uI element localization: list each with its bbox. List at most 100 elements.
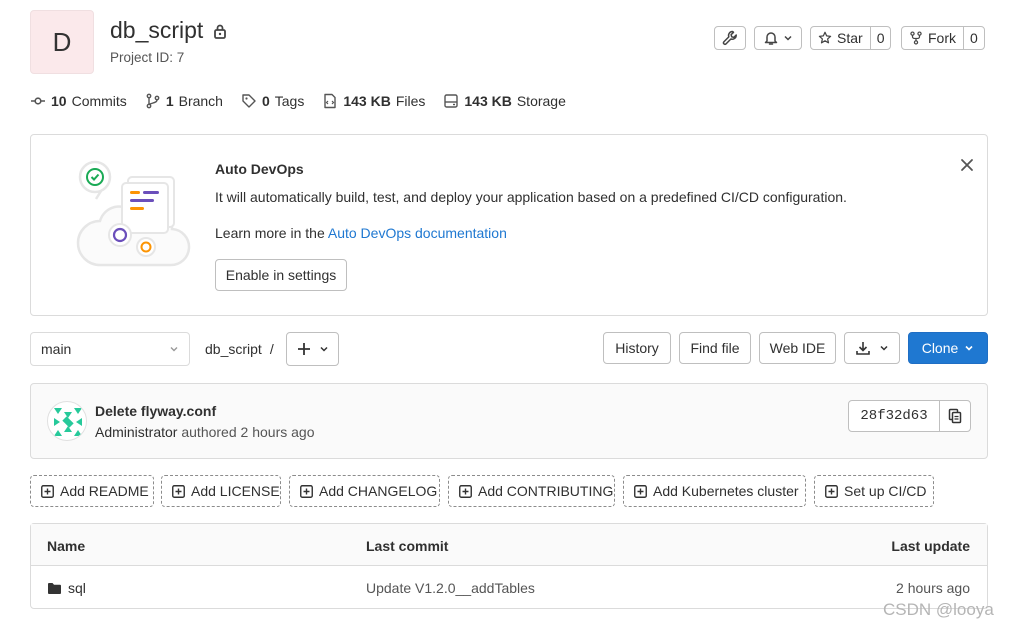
branch-selector[interactable]: main (30, 332, 190, 366)
column-header-last-update: Last update (891, 538, 970, 554)
commit-sha-group: 28f32d63 (848, 400, 971, 432)
devops-description: It will automatically build, test, and d… (215, 189, 847, 205)
plus-square-icon (172, 484, 185, 498)
star-icon (818, 31, 832, 45)
settings-button[interactable] (714, 26, 746, 50)
branch-selector-value: main (41, 341, 72, 357)
add-license-button[interactable]: Add LICENSE (161, 475, 281, 507)
stat-commits[interactable]: 10 Commits (30, 93, 127, 109)
stat-tags-value: 0 (261, 93, 270, 109)
stat-branches-value: 1 (165, 93, 174, 109)
bell-icon (763, 30, 779, 46)
add-readme-label: Add README (60, 483, 149, 499)
project-stats: 10 Commits 1 Branch 0 Tags 143 KB Files … (30, 93, 566, 109)
plus-icon (297, 342, 311, 356)
star-button[interactable]: Star 0 (810, 26, 892, 50)
chevron-down-icon (964, 343, 974, 353)
project-id: Project ID: 7 (110, 50, 185, 65)
add-kubernetes-cluster-button[interactable]: Add Kubernetes cluster (623, 475, 806, 507)
devops-docs-link[interactable]: Auto DevOps documentation (328, 225, 507, 241)
commit-time: 2 hours ago (240, 424, 315, 440)
stat-commits-value: 10 (51, 93, 67, 109)
chevron-down-icon (879, 343, 889, 353)
file-last-update: 2 hours ago (896, 580, 970, 596)
chevron-down-icon (319, 344, 329, 354)
find-file-button[interactable]: Find file (679, 332, 751, 364)
column-header-last-commit: Last commit (366, 538, 449, 554)
enable-in-settings-button[interactable]: Enable in settings (215, 259, 347, 291)
plus-square-icon (300, 484, 313, 498)
branch-icon (145, 93, 161, 109)
plus-square-icon (634, 484, 647, 498)
project-name: db_script (110, 17, 204, 43)
star-count[interactable]: 0 (869, 27, 891, 49)
close-icon[interactable] (958, 156, 976, 174)
stat-branches[interactable]: 1 Branch (145, 93, 223, 109)
add-changelog-label: Add CHANGELOG (319, 483, 438, 499)
plus-square-icon (825, 484, 838, 498)
file-last-commit[interactable]: Update V1.2.0__addTables (366, 580, 535, 596)
setup-cicd-label: Set up CI/CD (844, 483, 927, 499)
tag-icon (241, 93, 257, 109)
stat-files-value: 143 KB (343, 93, 391, 109)
stat-files[interactable]: 143 KB Files (322, 93, 425, 109)
stat-tags-label: Tags (274, 93, 305, 109)
stat-storage-value: 143 KB (464, 93, 512, 109)
project-avatar-letter: D (52, 26, 72, 57)
add-file-dropdown[interactable] (286, 332, 339, 366)
folder-icon (47, 582, 62, 595)
chevron-down-icon (783, 33, 793, 43)
add-license-label: Add LICENSE (191, 483, 280, 499)
project-avatar: D (30, 10, 94, 74)
file-name[interactable]: sql (68, 580, 86, 596)
commit-sha[interactable]: 28f32d63 (849, 401, 939, 431)
add-contributing-label: Add CONTRIBUTING (478, 483, 614, 499)
file-name-cell[interactable]: sql (47, 580, 86, 596)
download-dropdown[interactable] (844, 332, 900, 364)
notification-dropdown[interactable] (754, 26, 802, 50)
fork-count[interactable]: 0 (963, 27, 984, 49)
chevron-down-icon (169, 344, 179, 354)
storage-icon (443, 93, 459, 109)
setup-cicd-button[interactable]: Set up CI/CD (814, 475, 934, 507)
stat-commits-label: Commits (71, 93, 127, 109)
add-readme-button[interactable]: Add README (30, 475, 154, 507)
history-button[interactable]: History (603, 332, 671, 364)
project-title: db_script (110, 17, 227, 44)
clone-button[interactable]: Clone (908, 332, 988, 364)
fork-icon (909, 31, 923, 45)
add-kubernetes-cluster-label: Add Kubernetes cluster (653, 483, 799, 499)
watermark: CSDN @looya (883, 600, 994, 619)
file-table-header (31, 524, 987, 566)
breadcrumb-project[interactable]: db_script (205, 341, 262, 357)
add-changelog-button[interactable]: Add CHANGELOG (289, 475, 440, 507)
breadcrumb: db_script / (205, 341, 274, 357)
stat-storage[interactable]: 143 KB Storage (443, 93, 566, 109)
commit-icon (30, 93, 46, 109)
commit-meta: Administrator authored 2 hours ago (95, 424, 314, 440)
add-contributing-button[interactable]: Add CONTRIBUTING (448, 475, 615, 507)
last-commit-panel (30, 383, 988, 459)
wrench-icon (722, 30, 738, 46)
devops-learn-prefix: Learn more in the (215, 225, 328, 241)
file-icon (322, 93, 338, 109)
star-label: Star (837, 30, 863, 46)
commit-author[interactable]: Administrator (95, 424, 177, 440)
fork-button[interactable]: Fork 0 (901, 26, 985, 50)
devops-title: Auto DevOps (215, 161, 304, 177)
commit-message[interactable]: Delete flyway.conf (95, 403, 216, 419)
download-icon (855, 340, 871, 356)
commit-authored: authored (181, 424, 237, 440)
stat-branches-label: Branch (178, 93, 223, 109)
devops-illustration (70, 155, 194, 273)
breadcrumb-separator: / (269, 341, 274, 357)
lock-icon (213, 23, 227, 39)
clone-label: Clone (921, 340, 959, 356)
plus-square-icon (459, 484, 472, 498)
stat-tags[interactable]: 0 Tags (241, 93, 304, 109)
stat-files-label: Files (395, 93, 426, 109)
avatar[interactable] (47, 401, 87, 441)
copy-icon[interactable] (939, 401, 970, 431)
plus-square-icon (41, 484, 54, 498)
web-ide-button[interactable]: Web IDE (759, 332, 836, 364)
